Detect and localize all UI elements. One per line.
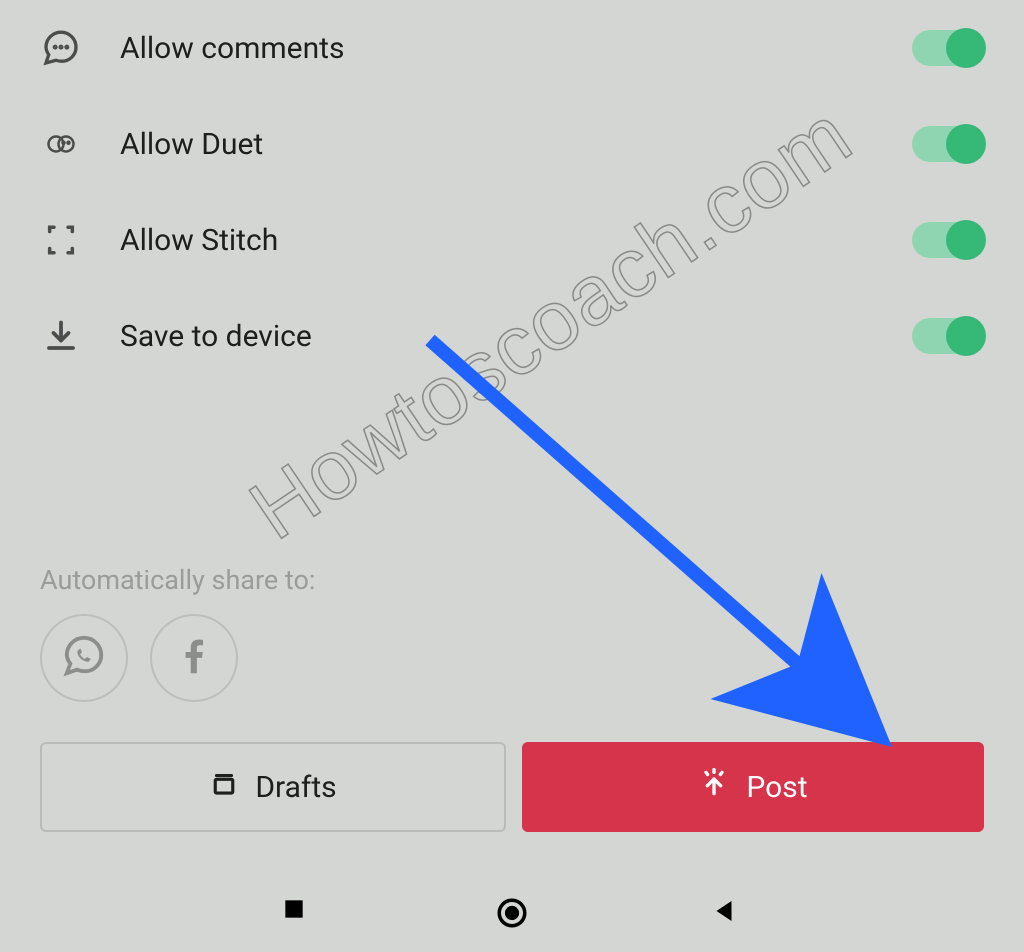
android-nav-bar [0, 874, 1024, 952]
toggle-allow-stitch[interactable] [912, 222, 984, 258]
drafts-icon [209, 768, 239, 806]
setting-row-allow-stitch: Allow Stitch [40, 192, 984, 288]
action-button-row: Drafts Post [0, 742, 1024, 832]
setting-row-allow-duet: Allow Duet [40, 96, 984, 192]
setting-label: Allow Stitch [120, 223, 278, 258]
post-icon [698, 767, 730, 807]
nav-recents-icon[interactable] [281, 896, 315, 930]
whatsapp-icon [61, 633, 107, 683]
setting-row-allow-comments: Allow comments [40, 0, 984, 96]
facebook-icon [171, 633, 217, 683]
share-facebook-button[interactable] [150, 614, 238, 702]
comment-icon [40, 27, 82, 69]
stitch-icon [40, 219, 82, 261]
setting-row-save-to-device: Save to device [40, 288, 984, 384]
setting-label: Allow Duet [120, 127, 263, 162]
toggle-save-to-device[interactable] [912, 318, 984, 354]
post-button[interactable]: Post [522, 742, 984, 832]
toggle-allow-duet[interactable] [912, 126, 984, 162]
share-heading: Automatically share to: [40, 564, 984, 596]
setting-label: Allow comments [120, 31, 344, 66]
drafts-label: Drafts [255, 770, 336, 805]
duet-icon [40, 123, 82, 165]
setting-label: Save to device [120, 319, 312, 354]
download-icon [40, 315, 82, 357]
post-label: Post [746, 770, 807, 805]
share-whatsapp-button[interactable] [40, 614, 128, 702]
settings-list: Allow comments Allow Duet [0, 0, 1024, 384]
nav-home-icon[interactable] [495, 896, 529, 930]
drafts-button[interactable]: Drafts [40, 742, 506, 832]
nav-back-icon[interactable] [709, 896, 743, 930]
toggle-allow-comments[interactable] [912, 30, 984, 66]
share-section: Automatically share to: [0, 564, 1024, 702]
